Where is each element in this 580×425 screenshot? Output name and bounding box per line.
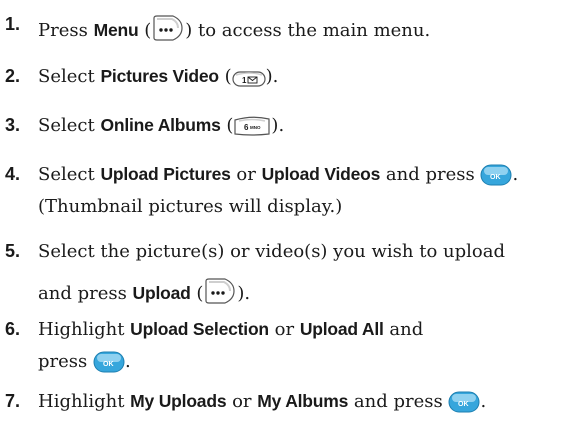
step-text-part: and press xyxy=(348,391,449,412)
step-text-part: ( xyxy=(138,20,152,41)
step-text-line-2: and press Upload (). xyxy=(38,277,250,310)
menu-label: Menu xyxy=(93,20,139,40)
step-text-part: . xyxy=(480,391,487,412)
key-6-mno-icon: 6 MNO xyxy=(233,115,271,142)
key-1-envelope-icon: 1 xyxy=(232,70,266,93)
pictures-video-label: Pictures Video xyxy=(100,66,219,86)
step-number: 1. xyxy=(5,14,21,34)
upload-videos-label: Upload Videos xyxy=(261,164,381,184)
ok-button-icon: OK xyxy=(93,351,125,378)
step-number: 3. xyxy=(5,115,21,135)
my-uploads-label: My Uploads xyxy=(130,391,227,411)
step-number: 2. xyxy=(5,66,21,86)
my-albums-label: My Albums xyxy=(257,391,349,411)
ok-button-icon: OK xyxy=(480,164,512,191)
step-text-part: Select xyxy=(38,115,101,136)
svg-text:OK: OK xyxy=(490,174,501,181)
step-text-part: Highlight xyxy=(38,391,131,412)
step-text-part: and xyxy=(383,319,424,340)
step-text-part: and press xyxy=(380,164,481,185)
step-text-part: or xyxy=(268,319,300,340)
step-text-part: . xyxy=(512,164,519,185)
online-albums-label: Online Albums xyxy=(100,115,221,135)
step-text: Press Menu ( ) to access the main menu. xyxy=(38,14,430,47)
softkey-dots-icon xyxy=(203,277,237,310)
step-text-part: ) to access the main menu. xyxy=(185,20,431,41)
step-text: Select Online Albums (6 MNO). xyxy=(38,115,284,142)
svg-text:MNO: MNO xyxy=(250,125,261,130)
instruction-page: 1. Press Menu ( ) to access the main menu… xyxy=(0,0,580,425)
step-text-part: Press xyxy=(38,20,94,41)
step-text: Select Pictures Video (1). xyxy=(38,66,278,93)
svg-text:1: 1 xyxy=(242,76,247,85)
step-number: 4. xyxy=(5,164,21,184)
step-text-part: and press xyxy=(38,283,133,304)
step-text-part: ( xyxy=(190,283,204,304)
softkey-dots-icon xyxy=(151,14,185,47)
step-text-part: . xyxy=(124,351,131,372)
upload-all-label: Upload All xyxy=(299,319,384,339)
step-number: 5. xyxy=(5,241,21,261)
step-text-part: Highlight xyxy=(38,319,131,340)
step-text: Highlight Upload Selection or Upload All… xyxy=(38,319,423,340)
svg-text:OK: OK xyxy=(458,401,469,408)
step-text-part: ( xyxy=(220,115,234,136)
step-text: Highlight My Uploads or My Albums and pr… xyxy=(38,391,486,418)
step-text-part: ). xyxy=(237,283,251,304)
upload-selection-label: Upload Selection xyxy=(130,319,269,339)
step-text-part: or xyxy=(226,391,258,412)
step-text-part: ). xyxy=(265,66,279,87)
step-text-part: ). xyxy=(271,115,285,136)
step-text-part: or xyxy=(230,164,262,185)
svg-text:6: 6 xyxy=(244,123,249,132)
step-text-part: Select xyxy=(38,66,101,87)
step-text-part: ( xyxy=(218,66,232,87)
upload-pictures-label: Upload Pictures xyxy=(100,164,231,184)
upload-label: Upload xyxy=(132,283,191,303)
step-text: Select Upload Pictures or Upload Videos … xyxy=(38,164,518,191)
svg-text:OK: OK xyxy=(103,361,114,368)
step-number: 6. xyxy=(5,319,21,339)
step-text-line-2: (Thumbnail pictures will display.) xyxy=(38,196,343,217)
ok-button-icon: OK xyxy=(448,391,480,418)
step-text-part: press xyxy=(38,351,93,372)
step-number: 7. xyxy=(5,391,21,411)
step-text-part: Select xyxy=(38,164,101,185)
step-text-line-2: press OK. xyxy=(38,351,131,378)
step-text: Select the picture(s) or video(s) you wi… xyxy=(38,241,505,262)
